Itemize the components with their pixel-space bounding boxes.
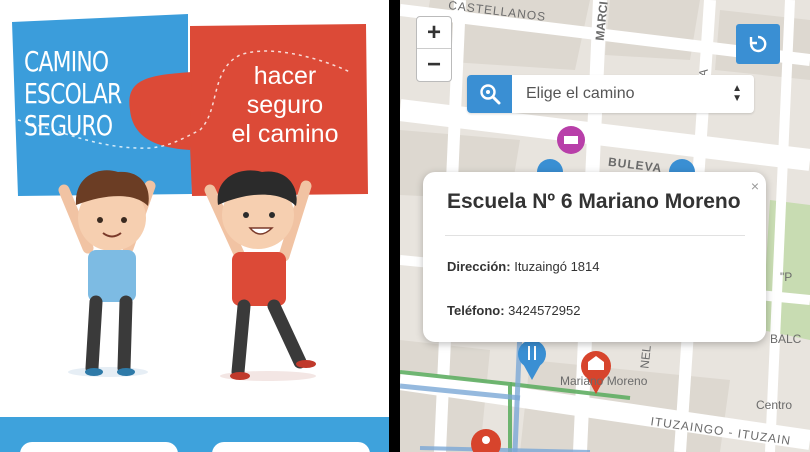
- bottom-button-left[interactable]: [20, 442, 178, 452]
- street-label-p: "P: [780, 270, 793, 284]
- reset-view-button[interactable]: [736, 24, 780, 64]
- route-select-value: Elige el camino: [526, 85, 635, 102]
- school-map-label: Mariano Moreno: [560, 374, 648, 388]
- phone-value: 3424572952: [508, 303, 581, 318]
- address-value: Ituzaingó 1814: [514, 259, 600, 274]
- app-illustration-panel: CAMINO ESCOLAR SEGURO hacer seguro el camino: [0, 0, 389, 452]
- shop-marker-icon: [557, 126, 585, 154]
- kid-blue-shirt: [58, 170, 156, 376]
- refresh-icon: [749, 35, 767, 53]
- blue-piece-title: CAMINO ESCOLAR SEGURO: [24, 45, 122, 142]
- kid-red-shirt: [204, 170, 316, 380]
- zoom-in-button[interactable]: +: [417, 17, 451, 48]
- school-info-popup: Escuela Nº 6 Mariano Moreno × Dirección:…: [423, 172, 766, 342]
- street-label-nel: NEL: [637, 344, 654, 370]
- route-select[interactable]: Elige el camino ▲ ▼: [467, 75, 754, 113]
- popup-phone-row: Teléfono: 3424572952: [447, 303, 580, 318]
- phone-label: Teléfono:: [447, 303, 505, 318]
- zoom-controls: + −: [416, 16, 452, 82]
- popup-divider: [445, 235, 745, 236]
- route-select-icon-box: [467, 75, 512, 113]
- popup-title: Escuela Nº 6 Mariano Moreno: [447, 190, 741, 213]
- map-label-centro: Centro: [756, 398, 793, 412]
- zoom-out-button[interactable]: −: [417, 48, 451, 80]
- popup-close-button[interactable]: ×: [751, 178, 759, 194]
- address-label: Dirección:: [447, 259, 511, 274]
- street-label-balc: BALC: [770, 332, 802, 346]
- bottom-button-right[interactable]: [212, 442, 370, 452]
- search-location-icon: [479, 84, 500, 105]
- popup-address-row: Dirección: Ituzaingó 1814: [447, 259, 600, 274]
- select-arrows-icon: ▲ ▼: [732, 83, 742, 104]
- red-piece-title: hacer seguro el camino: [231, 62, 339, 148]
